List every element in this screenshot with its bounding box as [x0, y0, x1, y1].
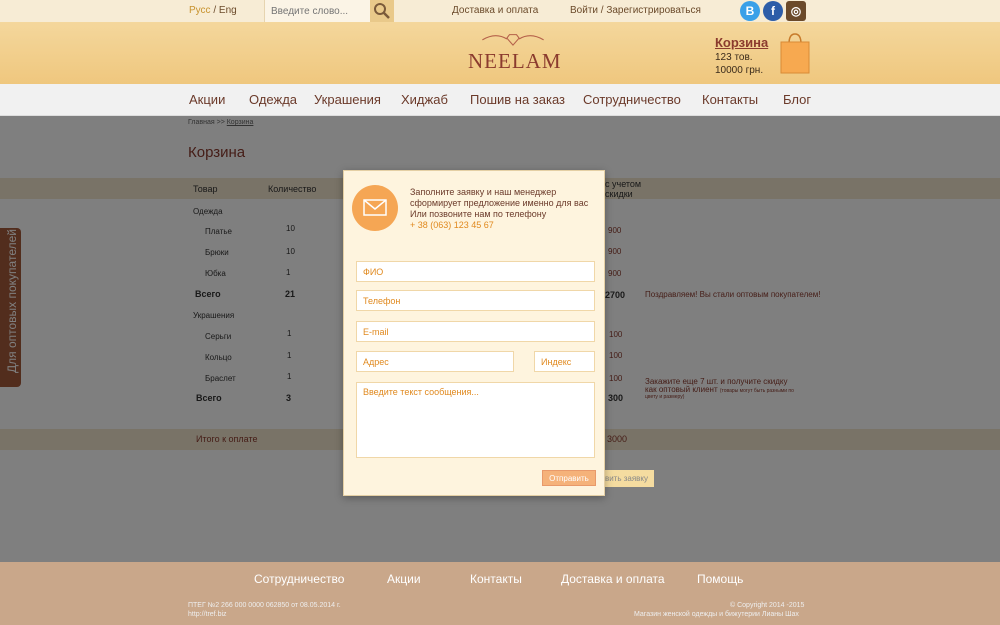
- site-footer: Сотрудничество Акции Контакты Доставка и…: [0, 562, 1000, 625]
- site-logo[interactable]: NEELAM: [468, 32, 562, 74]
- modal-line-2: сформирует предложение именно для вас: [410, 198, 589, 208]
- search-icon: [374, 3, 390, 19]
- message-field[interactable]: [356, 382, 595, 458]
- cart-sum: 10000 грн.: [715, 65, 764, 76]
- footer-link-delivery[interactable]: Доставка и оплата: [561, 572, 665, 586]
- lang-ru-link[interactable]: Русс: [189, 5, 211, 16]
- lang-separator: /: [210, 5, 219, 16]
- nav-item-tailoring[interactable]: Пошив на заказ: [470, 92, 565, 107]
- modal-line-1: Заполните заявку и наш менеджер: [410, 187, 557, 197]
- nav-item-jewelry[interactable]: Украшения: [314, 92, 381, 107]
- instagram-icon[interactable]: ◎: [786, 1, 806, 21]
- request-modal: Заполните заявку и наш менеджер сформиру…: [343, 170, 605, 496]
- nav-item-contacts[interactable]: Контакты: [702, 92, 758, 107]
- header-cart[interactable]: Корзина 123 тов. 10000 грн.: [715, 35, 768, 76]
- email-field[interactable]: [356, 321, 595, 342]
- footer-link-contacts[interactable]: Контакты: [470, 572, 522, 586]
- login-register-link[interactable]: Войти / Зарегистрироваться: [570, 5, 701, 16]
- footer-link-cooperation[interactable]: Сотрудничество: [254, 572, 344, 586]
- modal-line-3: Или позвоните нам по телефону: [410, 209, 547, 219]
- search-input[interactable]: [271, 3, 371, 19]
- cart-count: 123 тов.: [715, 52, 753, 63]
- footer-registration: ПТЕГ №2 266 000 0000 062850 от 08.05.201…: [188, 602, 341, 609]
- modal-phone[interactable]: + 38 (063) 123 45 67: [410, 220, 602, 231]
- modal-message: Заполните заявку и наш менеджер сформиру…: [410, 187, 602, 231]
- nav-item-hijab[interactable]: Хиджаб: [401, 92, 448, 107]
- vk-icon[interactable]: B: [740, 1, 760, 21]
- site-header: NEELAM Корзина 123 тов. 10000 грн.: [0, 22, 1000, 84]
- footer-shop-name: Магазин женской одежды и бижутерии Лианы…: [634, 611, 799, 618]
- fio-field[interactable]: [356, 261, 595, 282]
- search-box: [264, 0, 394, 22]
- footer-link-help[interactable]: Помощь: [697, 572, 743, 586]
- facebook-icon[interactable]: f: [763, 1, 783, 21]
- footer-site-url[interactable]: http://tref.biz: [188, 611, 227, 618]
- footer-copyright: © Copyright 2014 -2015: [730, 602, 805, 609]
- nav-item-blog[interactable]: Блог: [783, 92, 811, 107]
- search-button[interactable]: [370, 0, 394, 22]
- index-field[interactable]: [534, 351, 595, 372]
- nav-item-promos[interactable]: Акции: [189, 92, 225, 107]
- delivery-link[interactable]: Доставка и оплата: [452, 5, 538, 16]
- diamond-ornament-icon: [482, 34, 544, 46]
- language-switch: Русс / Eng: [189, 5, 237, 16]
- address-field[interactable]: [356, 351, 514, 372]
- nav-item-clothing[interactable]: Одежда: [249, 92, 297, 107]
- send-button[interactable]: Отправить: [542, 470, 596, 486]
- top-bar: Русс / Eng Доставка и оплата Войти / Зар…: [0, 0, 1000, 22]
- nav-item-cooperation[interactable]: Сотрудничество: [583, 92, 681, 107]
- phone-field[interactable]: [356, 290, 595, 311]
- envelope-icon: [352, 185, 398, 231]
- main-nav: Акции Одежда Украшения Хиджаб Пошив на з…: [0, 84, 1000, 116]
- logo-text: NEELAM: [468, 49, 562, 73]
- footer-link-promos[interactable]: Акции: [387, 572, 421, 586]
- lang-en-link[interactable]: Eng: [219, 5, 237, 16]
- shopping-bag-icon[interactable]: [780, 32, 810, 74]
- cart-title[interactable]: Корзина: [715, 35, 768, 50]
